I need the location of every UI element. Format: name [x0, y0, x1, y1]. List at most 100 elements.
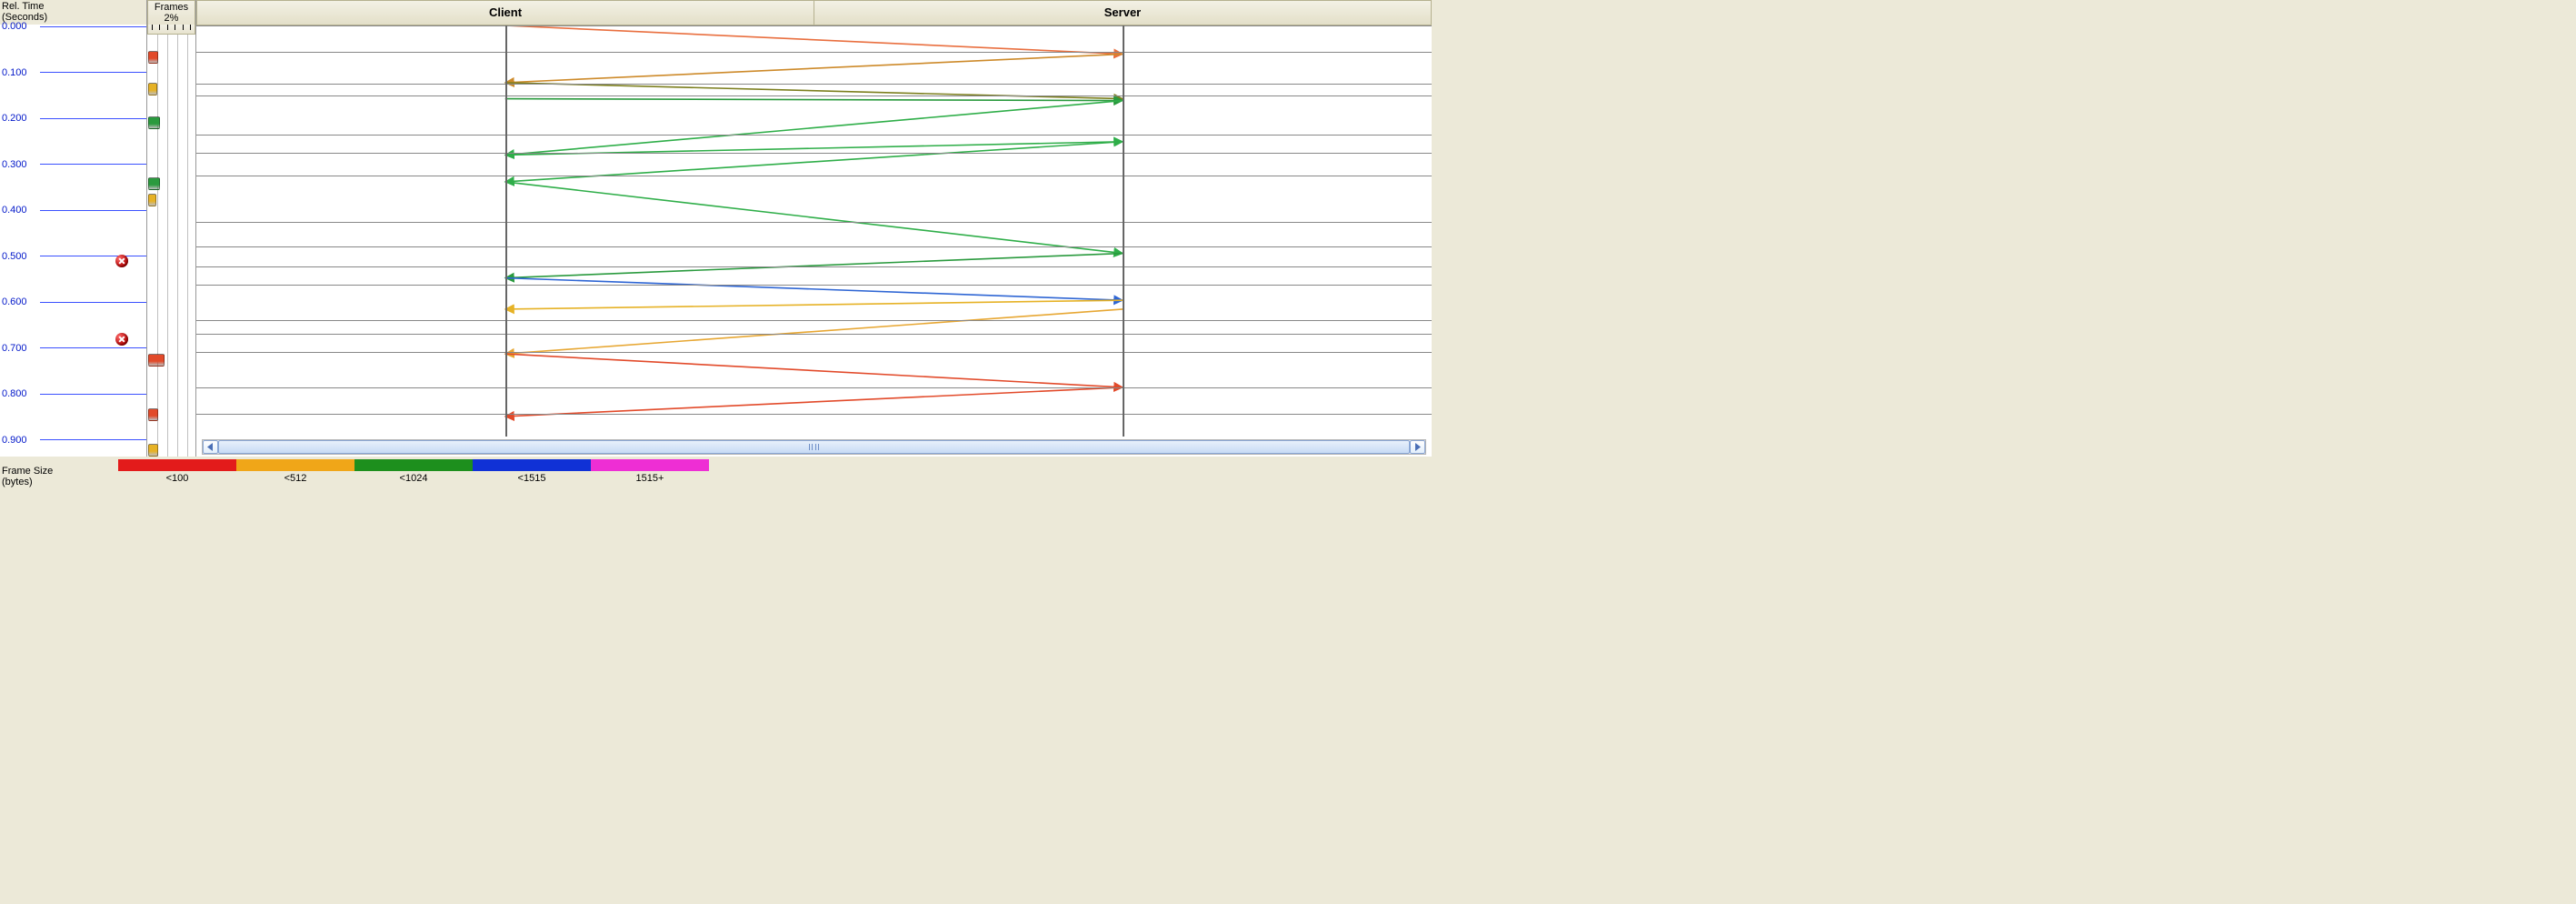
chart-gridline: [196, 320, 1432, 321]
legend-title-line1: Frame Size: [2, 466, 53, 477]
legend-label: <1515: [473, 473, 591, 484]
main-content: Rel. Time (Seconds) 0.0000.1000.2000.300…: [0, 0, 1432, 457]
message-arrow[interactable]: [505, 99, 1123, 101]
rel-time-tick-label: 0.900: [0, 435, 40, 446]
chart-gridline: [196, 95, 1432, 96]
rel-time-tick: 0.100: [0, 67, 146, 78]
rel-time-axis: 0.0000.1000.2000.3000.4000.5000.6000.700…: [0, 25, 146, 457]
rel-time-tick-label: 0.700: [0, 343, 40, 354]
bounce-chart: Client Server: [196, 0, 1432, 457]
rel-time-header-line1: Rel. Time: [2, 1, 145, 12]
rel-time-tick-label: 0.100: [0, 67, 40, 78]
frame-bar[interactable]: [148, 51, 158, 64]
chart-svg: [196, 25, 1432, 437]
chart-body[interactable]: [196, 25, 1432, 437]
horizontal-scrollbar[interactable]: [202, 439, 1426, 455]
rel-time-tick: 0.000: [0, 21, 146, 32]
rel-time-tick: 0.400: [0, 205, 146, 216]
chart-header-server[interactable]: Server: [814, 0, 1432, 25]
message-arrow[interactable]: [505, 278, 1123, 301]
chart-gridline: [196, 153, 1432, 154]
rel-time-tick-line: [40, 347, 146, 348]
chart-gridline: [196, 387, 1432, 388]
legend-label: 1515+: [591, 473, 709, 484]
rel-time-tick-label: 0.800: [0, 388, 40, 399]
frame-bar[interactable]: [148, 354, 165, 367]
rel-time-tick-line: [40, 118, 146, 119]
chart-gridline: [196, 266, 1432, 267]
rel-time-tick-line: [40, 210, 146, 211]
legend-segment: [473, 459, 591, 471]
legend-segment: [591, 459, 709, 471]
legend: Frame Size (bytes) <100<512<1024<1515151…: [0, 457, 1432, 502]
rel-time-tick: 0.600: [0, 296, 146, 307]
rel-time-tick-line: [40, 302, 146, 303]
message-arrow[interactable]: [505, 25, 1123, 54]
frames-header-line2: 2%: [148, 13, 195, 24]
message-arrow[interactable]: [505, 354, 1123, 387]
scroll-thumb[interactable]: [218, 440, 1410, 454]
frames-header-line1: Frames: [148, 2, 195, 13]
frames-track: [147, 35, 195, 457]
chart-gridline: [196, 334, 1432, 335]
rel-time-tick-label: 0.000: [0, 21, 40, 32]
client-lifeline: [505, 25, 507, 437]
chart-header: Client Server: [196, 0, 1432, 25]
message-arrow[interactable]: [505, 182, 1123, 254]
chart-gridline: [196, 135, 1432, 136]
legend-labels: <100<512<1024<15151515+: [118, 473, 709, 484]
rel-time-column: Rel. Time (Seconds) 0.0000.1000.2000.300…: [0, 0, 147, 457]
rel-time-tick-line: [40, 439, 146, 440]
frames-column: Frames 2%: [147, 0, 196, 457]
rel-time-tick-line: [40, 164, 146, 165]
scroll-right-button[interactable]: [1410, 440, 1425, 454]
chart-gridline: [196, 414, 1432, 415]
frame-bar[interactable]: [148, 83, 157, 95]
message-arrow[interactable]: [505, 101, 1123, 156]
message-arrow[interactable]: [505, 309, 1123, 354]
message-arrow[interactable]: [505, 300, 1123, 309]
legend-title-line2: (bytes): [2, 477, 53, 487]
rel-time-tick-label: 0.200: [0, 113, 40, 124]
chart-gridline: [196, 246, 1432, 247]
chart-gridline: [196, 222, 1432, 223]
frame-bar[interactable]: [148, 177, 160, 190]
message-arrow[interactable]: [505, 54, 1123, 82]
chart-gridline: [196, 352, 1432, 353]
chart-gridline: [196, 25, 1432, 26]
chart-gridline: [196, 84, 1432, 85]
legend-segment: [118, 459, 236, 471]
frames-header: Frames 2%: [147, 0, 195, 25]
rel-time-tick-label: 0.300: [0, 159, 40, 170]
scroll-track[interactable]: [218, 440, 1410, 454]
rel-time-tick-label: 0.500: [0, 251, 40, 262]
legend-label: <1024: [354, 473, 473, 484]
rel-time-tick: 0.200: [0, 113, 146, 124]
rel-time-tick-line: [40, 72, 146, 73]
message-arrow[interactable]: [505, 387, 1123, 417]
frame-bar[interactable]: [148, 116, 160, 129]
error-icon[interactable]: [115, 255, 128, 267]
chart-gridline: [196, 285, 1432, 286]
rel-time-tick: 0.800: [0, 388, 146, 399]
frames-ticks: [147, 25, 195, 35]
frame-bar[interactable]: [148, 444, 158, 457]
error-icon[interactable]: [115, 333, 128, 346]
server-lifeline: [1123, 25, 1124, 437]
rel-time-tick-line: [40, 394, 146, 395]
legend-label: <512: [236, 473, 354, 484]
legend-label: <100: [118, 473, 236, 484]
legend-bar: [118, 459, 709, 471]
legend-segment: [236, 459, 354, 471]
legend-title: Frame Size (bytes): [2, 466, 53, 487]
frame-bar[interactable]: [148, 194, 156, 206]
chart-header-client[interactable]: Client: [196, 0, 814, 25]
chart-gridline: [196, 52, 1432, 53]
rel-time-tick-label: 0.600: [0, 296, 40, 307]
frame-bar[interactable]: [148, 408, 158, 421]
message-arrow[interactable]: [505, 254, 1123, 278]
rel-time-tick: 0.900: [0, 435, 146, 446]
legend-segment: [354, 459, 473, 471]
scroll-left-button[interactable]: [203, 440, 218, 454]
rel-time-tick-label: 0.400: [0, 205, 40, 216]
